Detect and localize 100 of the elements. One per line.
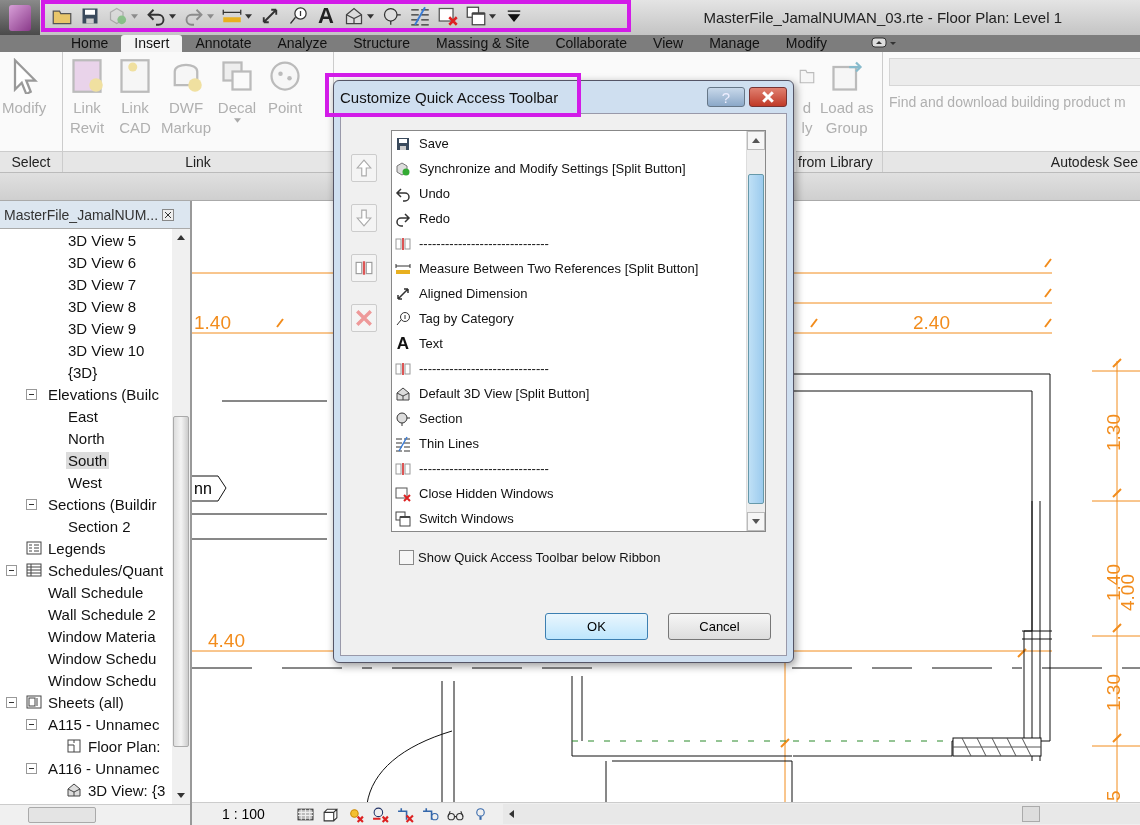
caret-icon[interactable] [367,13,374,19]
tree-item[interactable]: South [66,451,110,469]
scrollbar[interactable] [0,804,190,825]
scroll-thumb[interactable] [28,807,96,823]
tree-item[interactable]: Window Schedu [46,671,159,689]
ribbon-tab[interactable]: Structure [340,35,424,52]
panel-title: from Library [796,151,882,172]
ribbon-tab[interactable]: View [640,35,697,52]
tree-item[interactable]: 3D View: {3 [86,781,168,799]
tree-item[interactable]: Floor Plan: [86,737,163,755]
dialog-button[interactable]: OK [545,613,648,640]
list-item[interactable]: Synchronize and Modify Settings [Split Button] [392,156,746,181]
tree-item[interactable]: Wall Schedule [46,583,146,601]
crop-off-icon[interactable] [396,805,414,823]
list-item[interactable]: ------------------------------ [392,456,746,481]
arrow-down-icon [752,519,760,525]
tree-item[interactable]: Legends [46,539,108,557]
list-item[interactable]: Save [392,131,746,156]
dimension-text: 1.40 [194,312,231,333]
application-menu-button[interactable] [0,0,40,35]
list-item[interactable]: Section [392,406,746,431]
ribbon-tab[interactable]: Manage [696,35,773,52]
ribbon-tab[interactable]: Collaborate [542,35,641,52]
scroll-up-button[interactable] [747,131,765,150]
tree-item[interactable]: Section 2 [66,517,133,535]
ribbon-tab[interactable]: Modify [772,35,840,52]
checkbox-label: Show Quick Access Toolbar below Ribbon [418,550,661,565]
scroll-down-button[interactable] [747,512,765,531]
scroll-up-icon[interactable] [177,235,185,240]
tree-item[interactable]: North [66,429,107,447]
collapse-toggle[interactable] [6,564,17,576]
tree-item[interactable]: Wall Schedule 2 [46,605,158,623]
scroll-thumb[interactable] [173,416,189,747]
scroll-thumb[interactable] [748,173,764,505]
scrollbar[interactable] [172,229,190,804]
ribbon-tab[interactable]: Home [58,35,122,52]
search-field[interactable] [889,58,1140,86]
tree-item[interactable]: 3D View 8 [66,297,139,315]
list-item[interactable]: Aligned Dimension [392,281,746,306]
scale-text[interactable]: 1 : 100 [222,806,265,822]
scrollbar[interactable] [502,804,1140,824]
tree-item[interactable]: A115 - Unnamec [46,715,162,733]
scroll-thumb[interactable] [1022,806,1040,822]
dialog-button[interactable]: Cancel [668,613,771,640]
list-item[interactable]: A Text [392,331,746,356]
tree-item[interactable]: West [66,473,104,491]
text-toolbar-button[interactable]: A [314,3,338,29]
add-separator-button[interactable] [351,254,377,282]
ribbon-tab[interactable]: Massing & Site [423,35,543,52]
separator-icon [395,360,411,377]
collapse-toggle[interactable] [26,498,37,510]
tree-item[interactable]: 3D View 7 [66,275,139,293]
dimension-text: 1.30 [1103,674,1124,711]
scroll-left-icon[interactable] [508,810,514,818]
tree-item[interactable]: 3D View 5 [66,231,139,249]
tree-item[interactable]: Sections (Buildir [46,495,159,513]
collapse-toggle[interactable] [6,696,17,708]
tree-item[interactable]: 3D View 10 [66,341,147,359]
tree-item[interactable]: 3D View 6 [66,253,139,271]
tree-item[interactable]: Sheets (all) [46,693,126,711]
tree-item[interactable]: 3D View 9 [66,319,139,337]
list-item[interactable]: ------------------------------ [392,356,746,381]
ribbon-tab[interactable]: Insert [121,35,183,52]
caret-icon[interactable] [489,13,496,19]
collapse-toggle[interactable] [26,762,37,774]
list-item[interactable]: Redo [392,206,746,231]
list-item[interactable]: Thin Lines [392,431,746,456]
scroll-down-icon[interactable] [177,793,185,798]
ribbon-tab[interactable]: Annotate [182,35,265,52]
shadow-off-icon[interactable] [371,805,389,823]
tree-item[interactable]: Schedules/Quant [46,561,166,579]
scrollbar[interactable] [746,131,765,531]
collapse-toggle[interactable] [26,718,37,730]
panel-title: Autodesk See [883,151,1140,172]
panel-toggle-icon[interactable] [869,37,898,49]
tree-item[interactable]: Window Schedu [46,649,159,667]
close-windows-icon [395,485,411,502]
list-item[interactable]: ------------------------------ [392,231,746,256]
close-button[interactable] [749,87,787,107]
caret-icon[interactable] [169,13,176,19]
search-hint: Find and download building product m [889,94,1127,110]
list-item[interactable]: Switch Windows [392,506,746,531]
tree-item[interactable]: East [66,407,100,425]
list-item[interactable]: Default 3D View [Split Button] [392,381,746,406]
list-item[interactable]: Undo [392,181,746,206]
list-item[interactable]: Close Hidden Windows [392,481,746,506]
list-item[interactable]: Measure Between Two References [Split Button] [392,256,746,281]
caret-icon[interactable] [245,13,252,19]
tree-item[interactable]: Elevations (Builc [46,385,161,403]
list-item[interactable]: Tag by Category [392,306,746,331]
separator-icon [395,235,411,252]
checkbox[interactable] [399,550,414,565]
close-icon[interactable] [162,208,175,221]
crop-region-icon[interactable] [421,805,439,823]
close-windows-icon [438,6,458,26]
tree-item[interactable]: {3D} [66,363,100,381]
tree-item[interactable]: A116 - Unnamec [46,759,162,777]
tree-item[interactable]: Window Materia [46,627,158,645]
collapse-toggle[interactable] [26,388,37,400]
ribbon-tab[interactable]: Analyze [264,35,341,52]
